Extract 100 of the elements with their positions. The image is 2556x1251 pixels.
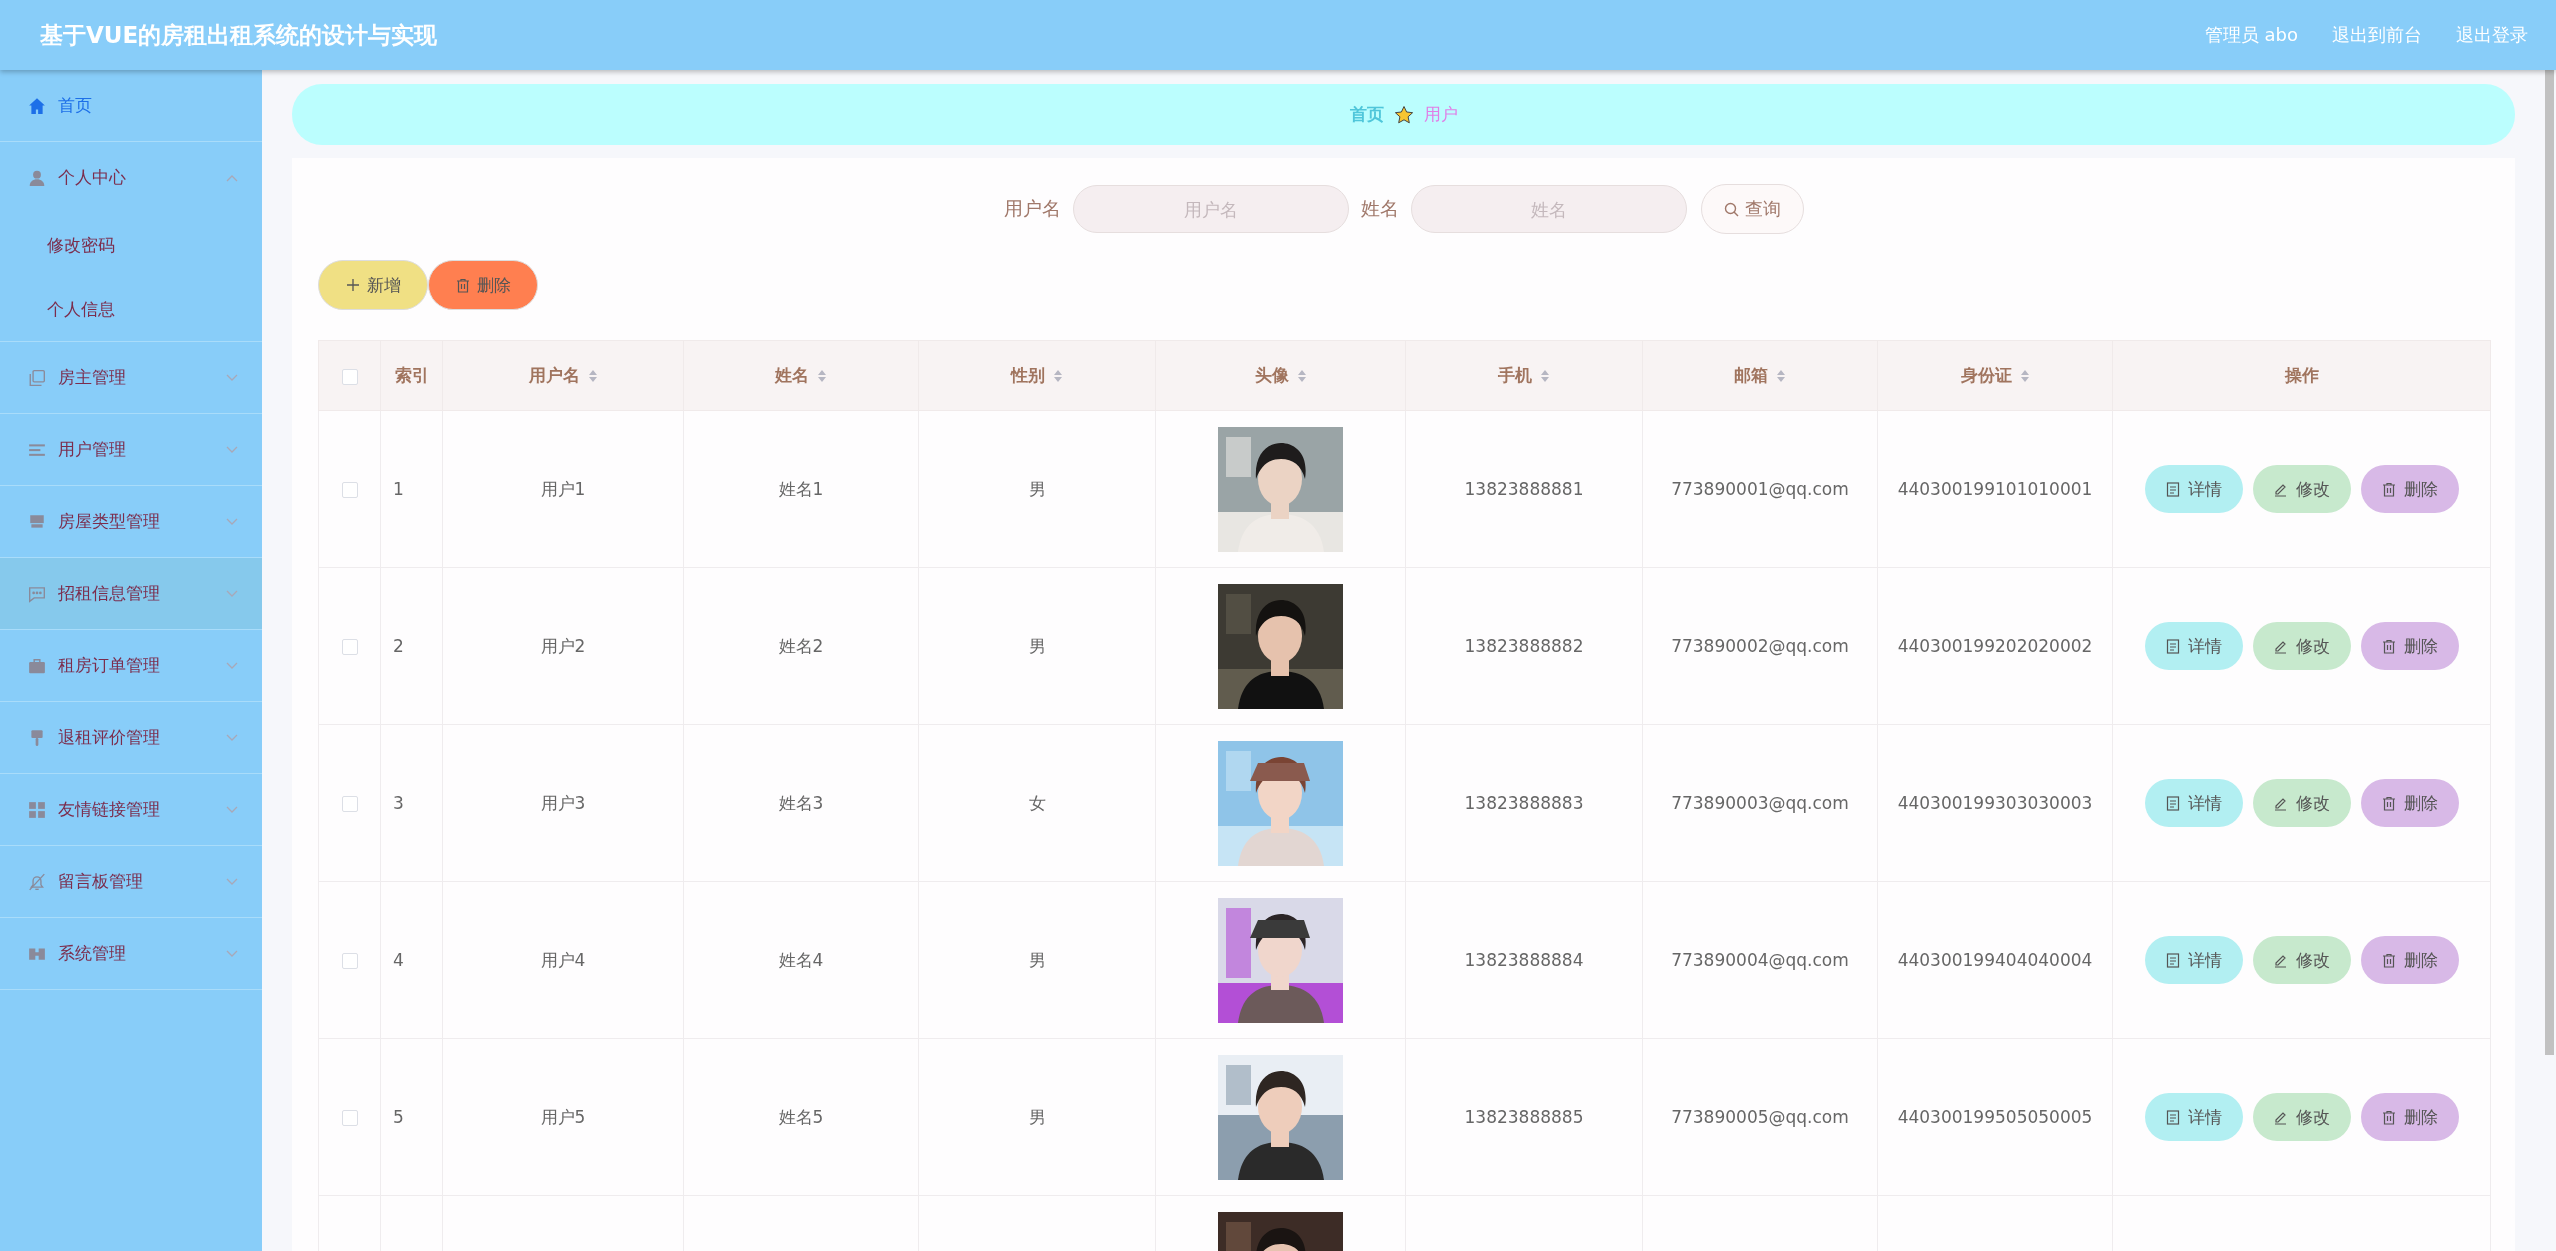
detail-button[interactable]: 详情: [2144, 936, 2243, 984]
table-cell: 773890003@qq.com: [1642, 724, 1878, 882]
column-header[interactable]: 手机: [1405, 340, 1643, 411]
table-cell: 男: [918, 567, 1156, 725]
sort-icon[interactable]: [1053, 369, 1063, 383]
menu-item[interactable]: 退租评价管理: [0, 702, 262, 773]
checkbox[interactable]: [341, 796, 358, 812]
table-cell: 440300199101010001: [1877, 410, 2113, 568]
trash-icon: [2381, 795, 2396, 811]
table-cell: 男: [918, 1038, 1156, 1196]
table-cell: 440300199505050005: [1877, 1038, 2113, 1196]
sort-icon[interactable]: [1296, 369, 1307, 383]
document-icon: [2165, 481, 2180, 497]
table-cell: 440300199202020002: [1877, 567, 2113, 725]
delete-button[interactable]: 删除: [428, 260, 538, 310]
delete-button[interactable]: 删除: [2360, 779, 2459, 827]
table-cell: 姓名3: [683, 724, 919, 882]
detail-button[interactable]: 详情: [2144, 622, 2243, 670]
document-icon: [2165, 1109, 2180, 1125]
checkbox[interactable]: [341, 368, 358, 385]
checkbox[interactable]: [341, 1110, 358, 1126]
table-cell: 姓名4: [683, 881, 919, 1039]
edit-button[interactable]: 修改: [2252, 622, 2351, 670]
star-icon: [1393, 104, 1414, 125]
detail-button[interactable]: 详情: [2144, 465, 2243, 513]
edit-button[interactable]: 修改: [2252, 779, 2351, 827]
column-header: 索引: [380, 340, 443, 411]
submenu-item[interactable]: 修改密码: [0, 213, 262, 277]
document-icon: [2165, 952, 2180, 968]
column-header[interactable]: 头像: [1155, 340, 1406, 411]
table-cell: 2: [380, 567, 443, 725]
sort-icon[interactable]: [587, 369, 598, 383]
delete-button[interactable]: 删除: [2360, 936, 2459, 984]
trash-icon: [455, 277, 470, 293]
field-label: 姓名: [1361, 196, 1399, 221]
table-cell: 3: [380, 724, 443, 882]
menu-item[interactable]: 系统管理: [0, 918, 262, 989]
sort-icon[interactable]: [1776, 369, 1786, 383]
checkbox[interactable]: [341, 639, 358, 655]
table-cell: 13823888882: [1405, 567, 1643, 725]
sort-icon[interactable]: [2019, 369, 2030, 383]
briefcase-icon: [28, 656, 46, 675]
table-cell: 姓名1: [683, 410, 919, 568]
column-header[interactable]: 性别: [918, 340, 1156, 411]
breadcrumb-current: 用户: [1423, 103, 1458, 126]
grid-icon: [28, 800, 46, 819]
table-cell: 男: [918, 410, 1156, 568]
table-cell: 773890005@qq.com: [1642, 1038, 1878, 1196]
plus-icon: [345, 278, 360, 292]
trash-icon: [2381, 1109, 2396, 1125]
sort-icon[interactable]: [817, 369, 827, 383]
edit-button[interactable]: 修改: [2252, 936, 2351, 984]
brush-icon: [28, 728, 46, 747]
column-header[interactable]: 姓名: [683, 340, 919, 411]
menu-item[interactable]: 个人中心: [0, 142, 262, 213]
copy-icon: [28, 368, 46, 387]
add-button[interactable]: 新增: [318, 260, 428, 310]
search-button[interactable]: 查询: [1701, 184, 1804, 234]
chat-icon: [28, 584, 46, 603]
table-cell: 用户5: [442, 1038, 684, 1196]
delete-button[interactable]: 删除: [2360, 465, 2459, 513]
trash-icon: [2381, 952, 2396, 968]
table-cell: 1: [380, 410, 443, 568]
home-icon: [28, 96, 46, 115]
table-cell: 13823888883: [1405, 724, 1643, 882]
delete-button[interactable]: 删除: [2360, 622, 2459, 670]
column-header[interactable]: 用户名: [442, 340, 684, 411]
submenu-item[interactable]: 个人信息: [0, 277, 262, 341]
scrollbar[interactable]: [2545, 70, 2554, 1055]
table-cell: 773890001@qq.com: [1642, 410, 1878, 568]
table-cell: 用户2: [442, 567, 684, 725]
trash-icon: [2381, 638, 2396, 654]
shop-icon: [28, 512, 46, 531]
trash-icon: [2381, 481, 2396, 497]
detail-button[interactable]: 详情: [2144, 1093, 2243, 1141]
edit-button[interactable]: 修改: [2252, 1093, 2351, 1141]
menu-item[interactable]: 租房订单管理: [0, 630, 262, 701]
checkbox[interactable]: [341, 482, 358, 498]
menu-item[interactable]: 留言板管理: [0, 846, 262, 917]
delete-button[interactable]: 删除: [2360, 1093, 2459, 1141]
sort-icon[interactable]: [1540, 369, 1550, 383]
menu-item[interactable]: 用户管理: [0, 414, 262, 485]
edit-button[interactable]: 修改: [2252, 465, 2351, 513]
checkbox[interactable]: [341, 953, 358, 969]
menu-item[interactable]: 首页: [0, 70, 262, 141]
table-cell: 用户4: [442, 881, 684, 1039]
column-header[interactable]: 邮箱: [1642, 340, 1878, 411]
table-cell: 440300199303030003: [1877, 724, 2113, 882]
menu-item[interactable]: 房主管理: [0, 342, 262, 413]
column-header: 操作: [2112, 340, 2491, 411]
menu-item[interactable]: 友情链接管理: [0, 774, 262, 845]
detail-button[interactable]: 详情: [2144, 779, 2243, 827]
document-icon: [2165, 638, 2180, 654]
muted-bell-icon: [28, 872, 46, 891]
table-cell: 13823888885: [1405, 1038, 1643, 1196]
menu-item[interactable]: 招租信息管理: [0, 558, 262, 629]
menu-item[interactable]: 房屋类型管理: [0, 486, 262, 557]
table-cell: 773890004@qq.com: [1642, 881, 1878, 1039]
table-cell: 姓名5: [683, 1038, 919, 1196]
column-header[interactable]: 身份证: [1877, 340, 2113, 411]
